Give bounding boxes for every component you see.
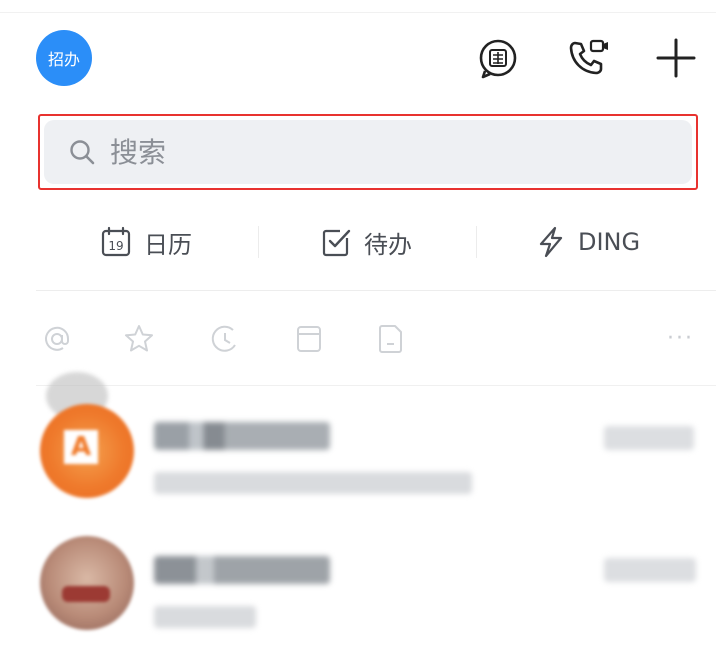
search-bar[interactable]: [44, 120, 692, 184]
user-avatar[interactable]: 招办: [36, 30, 92, 86]
top-divider: [0, 12, 716, 13]
avatar: [40, 536, 134, 630]
moments-icon: [475, 35, 521, 81]
conversation-row[interactable]: A: [0, 372, 716, 514]
folder-icon: [294, 323, 324, 359]
quick-separator: [476, 226, 477, 258]
filter-recent[interactable]: [208, 324, 242, 358]
calendar-day: 19: [108, 239, 123, 253]
search-icon: [68, 138, 96, 166]
video-call-button[interactable]: [562, 32, 614, 84]
moments-button[interactable]: [472, 32, 524, 84]
filter-folder[interactable]: [292, 324, 326, 358]
conversation-name: [154, 422, 330, 450]
more-options-button[interactable]: ···: [667, 326, 694, 351]
calendar-label: 日历: [144, 230, 192, 259]
section-divider: [36, 290, 716, 291]
conversation-preview: [154, 606, 256, 628]
video-call-icon: [565, 35, 611, 81]
todo-button[interactable]: 待办: [320, 222, 412, 262]
plus-icon: [654, 36, 698, 80]
quick-separator: [258, 226, 259, 258]
avatar-detail: [62, 586, 110, 602]
checkbox-icon: [320, 226, 352, 258]
avatar-text: 招办: [47, 50, 80, 69]
mention-icon: [41, 323, 73, 359]
filter-mention[interactable]: [40, 324, 74, 358]
lightning-icon: [536, 226, 566, 258]
conversation-row[interactable]: [0, 524, 716, 650]
history-icon: [209, 323, 241, 359]
quick-actions-bar: 19 日历 待办 DING: [0, 214, 716, 270]
avatar-letter: A: [64, 430, 98, 464]
todo-label: 待办: [364, 230, 412, 259]
avatar: A: [40, 404, 134, 498]
filter-tabs: ···: [0, 316, 716, 366]
conversation-preview: [154, 472, 472, 494]
search-highlight: [38, 114, 698, 190]
ding-button[interactable]: DING: [536, 222, 640, 262]
calendar-button[interactable]: 19 日历: [100, 222, 192, 262]
document-icon: [376, 323, 406, 359]
conversation-time: [604, 426, 694, 450]
calendar-icon: 19: [100, 226, 132, 258]
ding-label: DING: [578, 228, 641, 256]
search-input[interactable]: [110, 135, 630, 169]
filter-starred[interactable]: [122, 324, 156, 358]
star-icon: [123, 323, 155, 359]
conversation-name: [154, 556, 330, 584]
add-button[interactable]: [650, 32, 702, 84]
conversation-time: [604, 558, 696, 582]
filter-document[interactable]: [374, 324, 408, 358]
